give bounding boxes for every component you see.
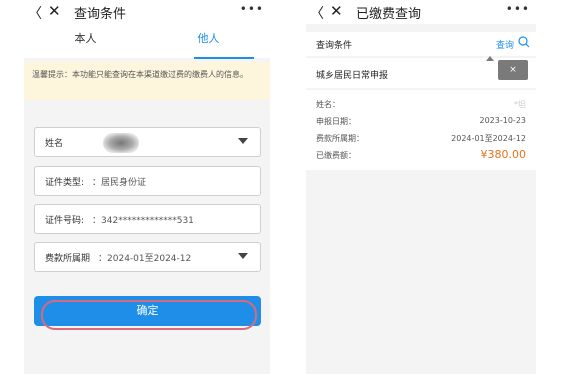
close-icon[interactable]: × xyxy=(509,65,517,75)
active-tab-indicator xyxy=(194,57,254,59)
close-icon[interactable]: ✕ xyxy=(48,2,61,20)
paid-amount: ¥380.00 xyxy=(480,148,527,161)
query-link[interactable]: 查询 xyxy=(496,38,514,51)
id-type-value: ：居民身份证 xyxy=(92,177,147,188)
period-value: ：2024-01至2024-12 xyxy=(98,253,192,264)
detail-key: 姓名： xyxy=(316,100,340,109)
detail-key: 申报日期： xyxy=(316,117,356,126)
id-type-field[interactable]: 证件类型: ：居民身份证 xyxy=(34,166,261,196)
detail-row-amount: 已缴费额： ¥380.00 xyxy=(306,147,536,164)
page-title: 已缴费查询 xyxy=(356,7,422,22)
tab-bar: 本人 他人 xyxy=(24,24,270,59)
id-number-field[interactable]: 证件号码: ：342*************531 xyxy=(34,204,261,234)
tab-self[interactable]: 本人 xyxy=(24,24,147,58)
tab-others[interactable]: 他人 xyxy=(147,24,270,58)
back-icon[interactable]: 〈 xyxy=(310,3,324,23)
detail-row-date: 申报日期： 2023-10-23 xyxy=(306,113,536,130)
paid-query-screen: 〈 ✕ 已缴费查询 ••• 查询条件 查询 城乡居民日常申报 × 姓名： *坦 … xyxy=(306,0,536,374)
redacted-name xyxy=(103,133,139,153)
close-icon[interactable]: ✕ xyxy=(330,2,343,20)
criteria-label: 查询条件 xyxy=(316,41,353,51)
back-icon[interactable]: 〈 xyxy=(28,3,42,23)
dropdown-arrow-icon[interactable] xyxy=(238,253,248,259)
nav-bar: 〈 ✕ 查询条件 ••• xyxy=(24,0,270,24)
more-icon[interactable]: ••• xyxy=(240,2,264,16)
id-number-label: 证件号码: xyxy=(45,215,85,226)
notice-banner: 温馨提示：本功能只能查询在本渠道缴过费的缴费人的信息。 xyxy=(24,62,270,100)
payment-detail-card: 姓名： *坦 申报日期： 2023-10-23 费款所属期： 2024-01至2… xyxy=(306,90,536,170)
page-title: 查询条件 xyxy=(74,7,127,22)
nav-bar: 〈 ✕ 已缴费查询 ••• xyxy=(306,0,536,24)
id-type-label: 证件类型: xyxy=(45,177,85,188)
close-tooltip[interactable]: × xyxy=(486,56,528,80)
detail-row-name: 姓名： *坦 xyxy=(306,96,536,113)
name-label: 姓名 xyxy=(45,138,64,149)
detail-value: 2024-01至2024-12 xyxy=(451,134,526,143)
highlight-annotation xyxy=(41,300,257,330)
detail-key: 已缴费额： xyxy=(316,151,356,160)
search-icon[interactable] xyxy=(518,36,530,48)
detail-value: *坦 xyxy=(514,100,526,109)
id-number-value: ：342*************531 xyxy=(92,215,194,226)
record-type-row[interactable]: 城乡居民日常申报 × xyxy=(306,56,536,88)
record-type-label: 城乡居民日常申报 xyxy=(316,71,389,81)
more-icon[interactable]: ••• xyxy=(506,2,530,16)
query-criteria-row: 查询条件 查询 xyxy=(306,32,536,56)
detail-row-period: 费款所属期： 2024-01至2024-12 xyxy=(306,130,536,147)
detail-value: 2023-10-23 xyxy=(479,116,527,125)
period-select[interactable]: 费款所属期 ：2024-01至2024-12 xyxy=(34,242,261,272)
dropdown-arrow-icon[interactable] xyxy=(238,138,248,144)
detail-key: 费款所属期： xyxy=(316,134,364,143)
query-conditions-screen: 〈 ✕ 查询条件 ••• 本人 他人 温馨提示：本功能只能查询在本渠道缴过费的缴… xyxy=(24,0,270,374)
period-label: 费款所属期 xyxy=(45,253,91,264)
name-select[interactable]: 姓名 xyxy=(34,127,261,157)
tooltip-pointer xyxy=(486,56,494,61)
